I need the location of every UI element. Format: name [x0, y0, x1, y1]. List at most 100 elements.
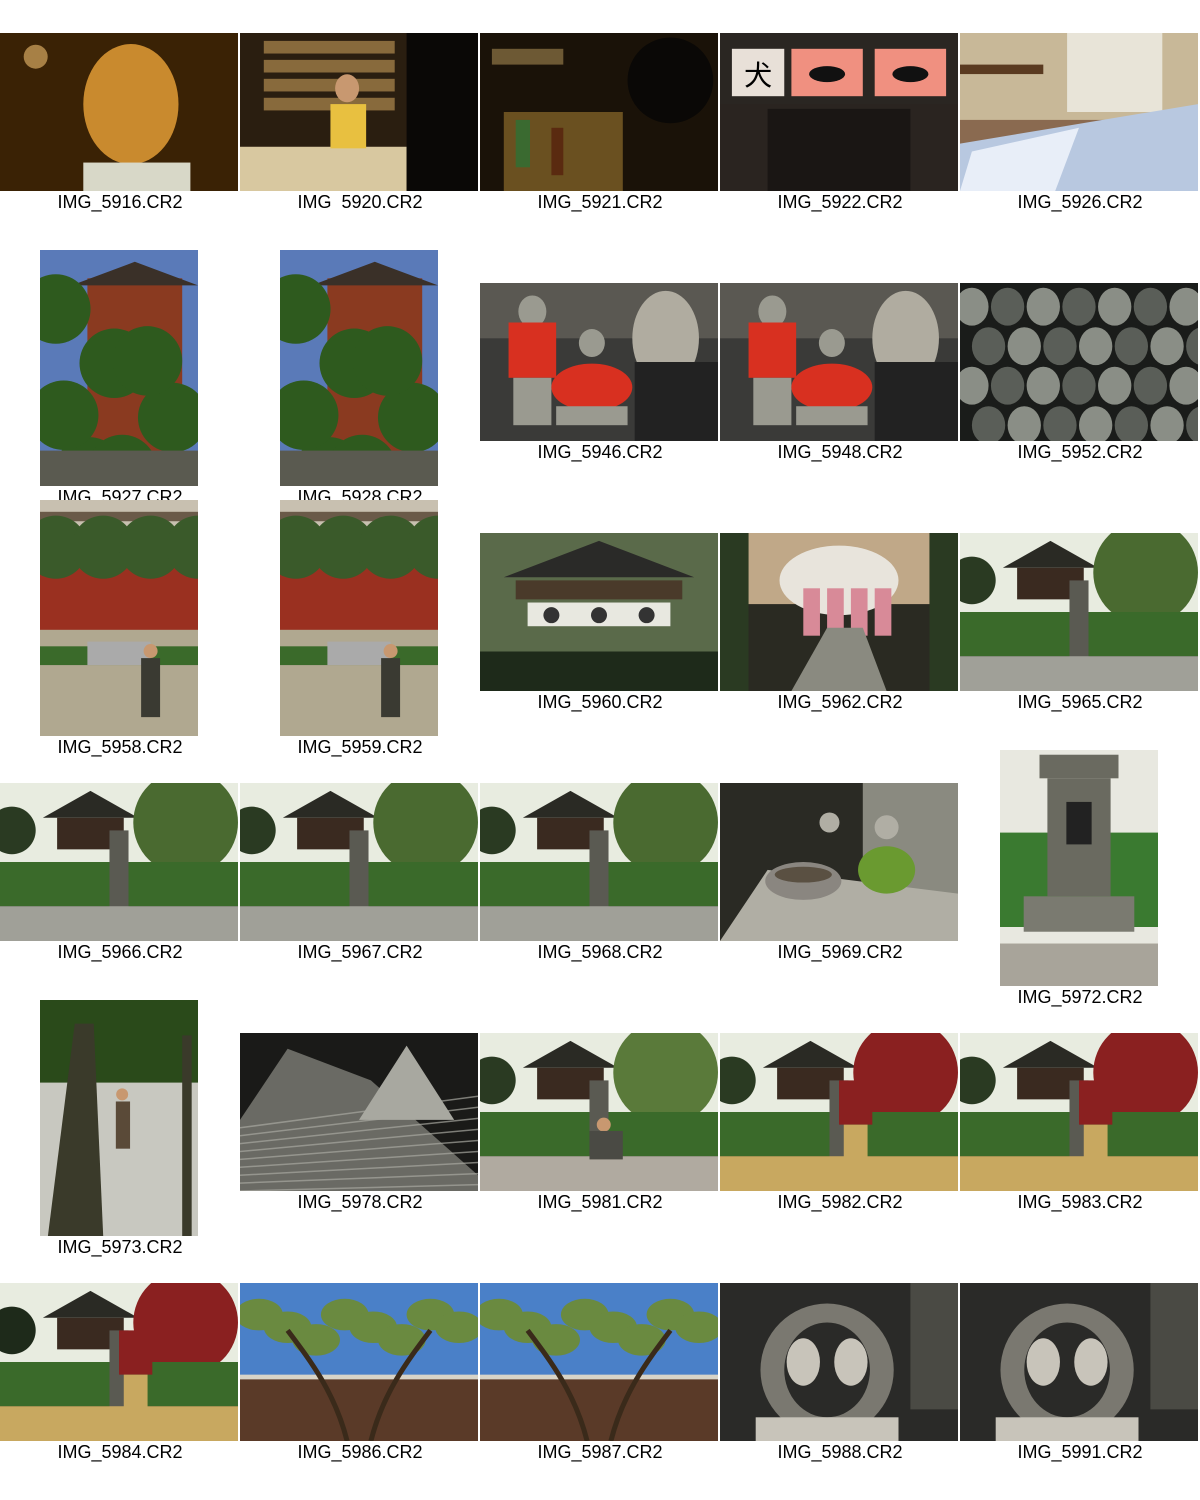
photo-thumbnail[interactable] — [40, 250, 198, 486]
filename-label: IMG_5984.CR2 — [57, 1442, 183, 1462]
photo-image — [0, 1283, 238, 1441]
thumbnail-cell[interactable]: IMG_5969.CR2 — [720, 750, 960, 1000]
photo-thumbnail[interactable] — [1000, 750, 1158, 986]
photo-thumbnail[interactable] — [720, 1033, 958, 1191]
filename-label: IMG_5991.CR2 — [1017, 1442, 1143, 1462]
photo-image — [960, 1283, 1198, 1441]
photo-image — [480, 533, 718, 691]
thumbnail-cell[interactable]: IMG_5967.CR2 — [240, 750, 480, 1000]
thumbnail-cell[interactable]: IMG_5926.CR2 — [960, 0, 1200, 250]
filename-label: IMG_5952.CR2 — [1017, 442, 1143, 462]
thumbnail-cell[interactable]: IMG_5927.CR2 — [0, 250, 240, 507]
thumbnail-cell[interactable]: IMG_5984.CR2 — [0, 1250, 240, 1500]
photo-thumbnail[interactable]: 犬 — [720, 33, 958, 191]
photo-image — [480, 783, 718, 941]
photo-thumbnail[interactable] — [40, 500, 198, 736]
photo-image — [720, 783, 958, 941]
photo-image — [480, 1283, 718, 1441]
thumbnail-cell[interactable]: IMG_5968.CR2 — [480, 750, 720, 1000]
filename-label: IMG_5982.CR2 — [777, 1192, 903, 1212]
thumbnail-cell[interactable]: IMG_5958.CR2 — [0, 500, 240, 757]
photo-thumbnail[interactable] — [40, 1000, 198, 1236]
thumbnail-cell[interactable]: IMG_5973.CR2 — [0, 1000, 240, 1257]
thumbnail-cell[interactable]: IMG_5962.CR2 — [720, 500, 960, 750]
photo-thumbnail[interactable] — [240, 1033, 478, 1191]
photo-thumbnail[interactable] — [720, 283, 958, 441]
contact-sheet: IMG_5916.CR2 IMG 5920.CR2 IMG_5921.CR2 犬 IMG… — [0, 0, 1200, 1500]
thumbnail-cell[interactable]: IMG_5986.CR2 — [240, 1250, 480, 1500]
photo-thumbnail[interactable] — [720, 783, 958, 941]
photo-thumbnail[interactable] — [480, 1033, 718, 1191]
photo-image — [40, 250, 198, 486]
photo-image — [720, 1283, 958, 1441]
photo-thumbnail[interactable] — [720, 533, 958, 691]
filename-label: IMG_5981.CR2 — [537, 1192, 663, 1212]
photo-image — [240, 1283, 478, 1441]
thumbnail-cell[interactable]: IMG_5966.CR2 — [0, 750, 240, 1000]
photo-thumbnail[interactable] — [240, 33, 478, 191]
photo-thumbnail[interactable] — [280, 500, 438, 736]
photo-image — [960, 1033, 1198, 1191]
photo-thumbnail[interactable] — [280, 250, 438, 486]
thumbnail-cell[interactable]: IMG_5960.CR2 — [480, 500, 720, 750]
photo-image: 犬 — [720, 33, 958, 191]
thumbnail-cell[interactable]: IMG_5982.CR2 — [720, 1000, 960, 1250]
thumbnail-cell[interactable]: IMG_5921.CR2 — [480, 0, 720, 250]
thumbnail-cell[interactable]: 犬 IMG_5922.CR2 — [720, 0, 960, 250]
photo-image — [480, 33, 718, 191]
filename-label: IMG_5962.CR2 — [777, 692, 903, 712]
photo-image — [1000, 750, 1158, 986]
photo-thumbnail[interactable] — [720, 1283, 958, 1441]
thumbnail-cell[interactable]: IMG_5946.CR2 — [480, 250, 720, 500]
thumbnail-cell[interactable]: IMG_5983.CR2 — [960, 1000, 1200, 1250]
thumbnail-cell[interactable]: IMG_5965.CR2 — [960, 500, 1200, 750]
photo-thumbnail[interactable] — [480, 783, 718, 941]
photo-image — [960, 283, 1198, 441]
photo-thumbnail[interactable] — [480, 283, 718, 441]
photo-image — [480, 1033, 718, 1191]
svg-text:犬: 犬 — [744, 59, 772, 92]
filename-label: IMG_5978.CR2 — [297, 1192, 423, 1212]
photo-thumbnail[interactable] — [240, 1283, 478, 1441]
thumbnail-cell[interactable]: IMG_5981.CR2 — [480, 1000, 720, 1250]
photo-thumbnail[interactable] — [0, 33, 238, 191]
thumbnail-cell[interactable]: IMG_5988.CR2 — [720, 1250, 960, 1500]
photo-image — [240, 783, 478, 941]
photo-thumbnail[interactable] — [480, 533, 718, 691]
photo-thumbnail[interactable] — [960, 1283, 1198, 1441]
filename-label: IMG_5966.CR2 — [57, 942, 183, 962]
photo-thumbnail[interactable] — [960, 33, 1198, 191]
photo-thumbnail[interactable] — [960, 283, 1198, 441]
thumbnail-cell[interactable]: IMG_5991.CR2 — [960, 1250, 1200, 1500]
photo-image — [240, 33, 478, 191]
filename-label: IMG_5983.CR2 — [1017, 1192, 1143, 1212]
photo-image — [960, 33, 1198, 191]
photo-thumbnail[interactable] — [480, 33, 718, 191]
thumbnail-cell[interactable]: IMG 5920.CR2 — [240, 0, 480, 250]
filename-label: IMG_5987.CR2 — [537, 1442, 663, 1462]
thumbnail-cell[interactable]: IMG_5952.CR2 — [960, 250, 1200, 500]
filename-label: IMG_5969.CR2 — [777, 942, 903, 962]
thumbnail-cell[interactable]: IMG_5928.CR2 — [240, 250, 480, 507]
photo-image — [720, 283, 958, 441]
filename-label: IMG 5920.CR2 — [297, 192, 423, 212]
photo-thumbnail[interactable] — [480, 1283, 718, 1441]
photo-image — [40, 500, 198, 736]
filename-label: IMG_5960.CR2 — [537, 692, 663, 712]
filename-label: IMG_5948.CR2 — [777, 442, 903, 462]
photo-thumbnail[interactable] — [0, 783, 238, 941]
photo-thumbnail[interactable] — [0, 1283, 238, 1441]
photo-thumbnail[interactable] — [240, 783, 478, 941]
photo-image — [280, 250, 438, 486]
photo-thumbnail[interactable] — [960, 533, 1198, 691]
photo-thumbnail[interactable] — [960, 1033, 1198, 1191]
thumbnail-cell[interactable]: IMG_5916.CR2 — [0, 0, 240, 250]
photo-image — [0, 783, 238, 941]
thumbnail-cell[interactable]: IMG_5978.CR2 — [240, 1000, 480, 1250]
thumbnail-cell[interactable]: IMG_5959.CR2 — [240, 500, 480, 757]
thumbnail-cell[interactable]: IMG_5987.CR2 — [480, 1250, 720, 1500]
filename-label: IMG_5922.CR2 — [777, 192, 903, 212]
photo-image — [720, 533, 958, 691]
thumbnail-cell[interactable]: IMG_5972.CR2 — [960, 750, 1200, 1007]
thumbnail-cell[interactable]: IMG_5948.CR2 — [720, 250, 960, 500]
